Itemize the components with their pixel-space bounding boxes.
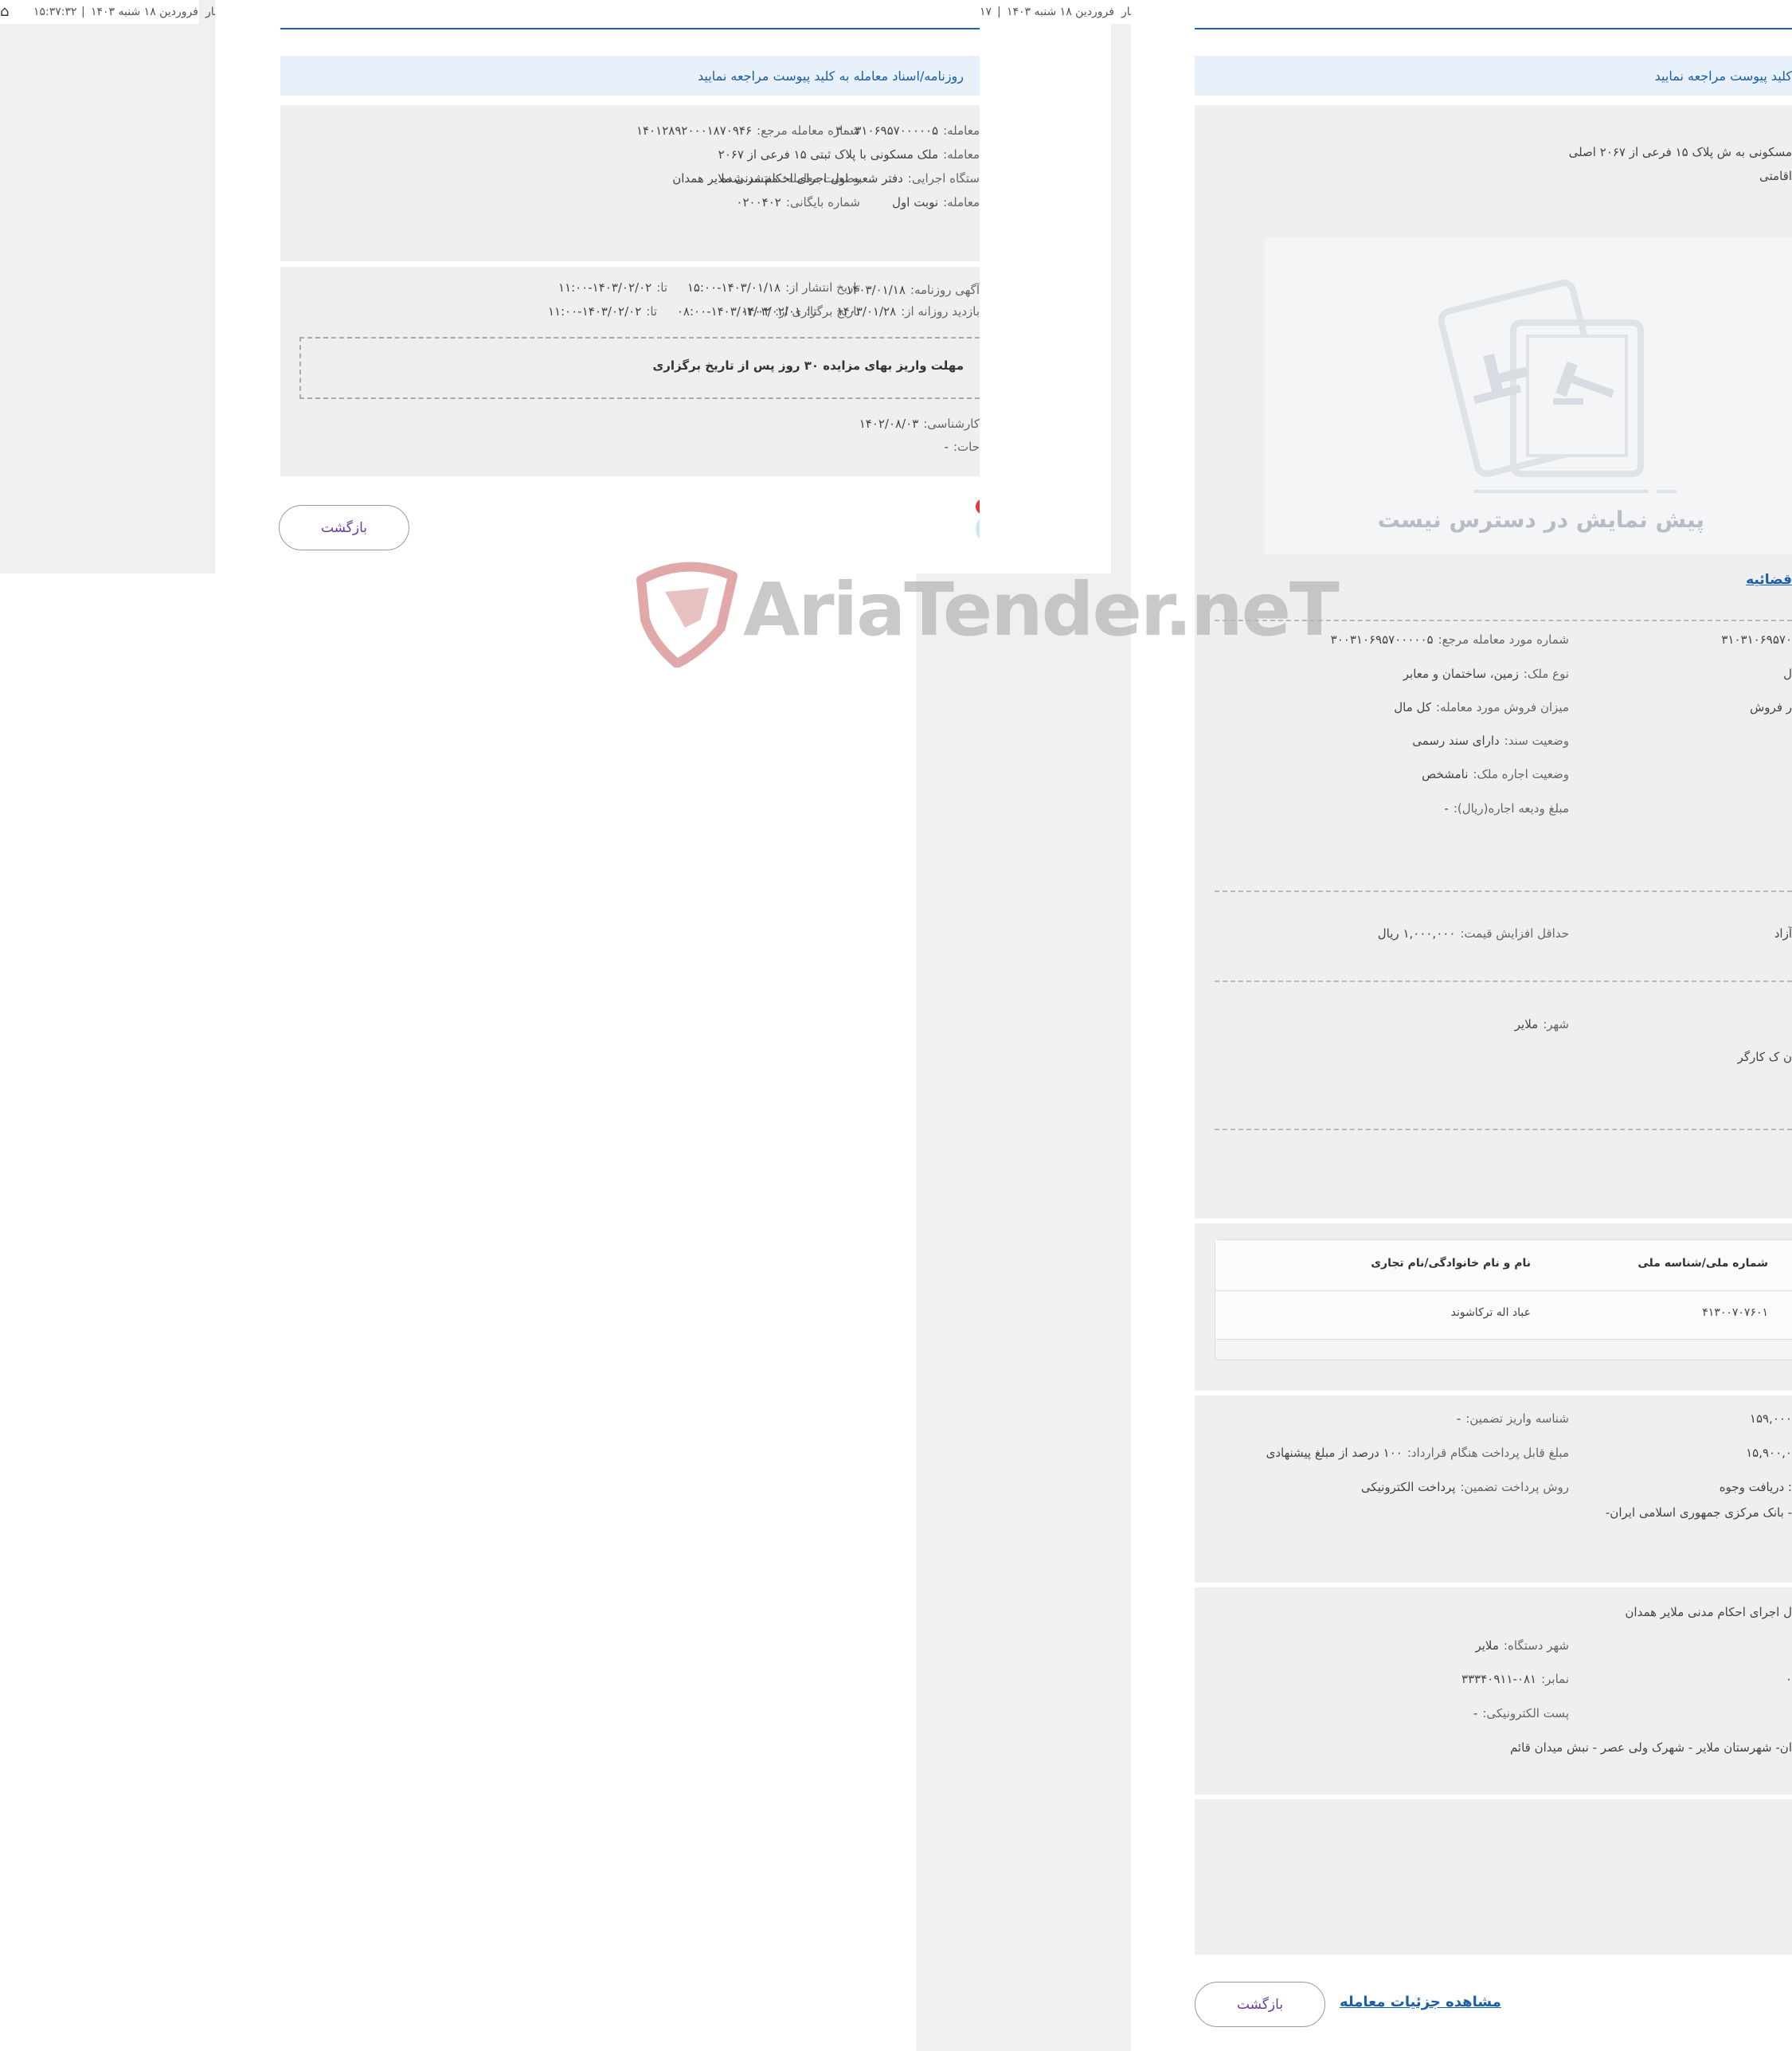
partial-address: ان- شهرستان ملایر - شهرک ولی عصر - نبش م… [1509,1740,1792,1755]
middle-notice: روزنامه/اسناد معامله به کلید پیوست مراجع… [280,56,980,96]
field-visit-date: بازدید روزانه از:۱۴۰۳/۰۱/۲۸ تا:۱۴۰۳/۰۲/۰… [741,304,980,319]
field-lease-status: وضعیت اجاره ملک:نامشخص [1422,767,1569,781]
field-archive: شماره بایگانی:۰۲۰۰۴۰۲ [736,195,860,209]
th-name: نام و نام خانوادگی/نام تجاری [1371,1257,1531,1270]
field-city: شهر:ملایر [1514,1017,1569,1031]
deal-details-link[interactable]: مشاهده جزئیات معامله [1340,1994,1501,2010]
left-date: فروردین ۱۸ شنبه ۱۴۰۳ [91,6,198,18]
field-ref-number: شماره معامله مرجع:۱۴۰۱۲۸۹۲۰۰۰۱۸۷۰۹۴۶ [636,123,860,138]
td-national-id: ۴۱۳۰۰۷۰۷۶۰۱ [1702,1306,1768,1319]
middle-top-separator: | [997,6,1001,18]
field-round: معامله:نوبت اول [892,195,980,209]
chat-icon[interactable] [976,499,980,515]
left-time: ۱۵:۳۷:۳۲ [33,6,77,18]
partial-free: آزاد [1774,926,1792,941]
middle-screen: روزنامه/اسناد معامله به کلید پیوست مراجع… [215,0,980,573]
td-name: عباد اله ترکاشوند [1450,1306,1531,1319]
watermark-logo-icon [636,562,738,667]
partial-receive: : دریافت وجوه [1719,1480,1792,1494]
field-executor: ستگاه اجرایی:دفتر شعبه اول اجرای احکام م… [672,171,980,186]
field-newspaper-date: آگهی روزنامه:۱۴۰۳/۰۱/۱۸ [846,283,980,297]
field-lease-deposit: مبلغ ودیعه اجاره(ریال):- [1444,801,1569,816]
right-screen: کلید پیوست مراجعه نمایید مسکونی به ش پلا… [1131,0,1792,2051]
field-email: پست الکترونیکی:- [1473,1706,1569,1720]
field-guarantee-id: شناسه واریز تضمین:- [1456,1411,1569,1426]
right-blue-line [1195,28,1792,29]
gray-gutter [916,573,1131,2051]
middle-back-button[interactable]: بازگشت [279,505,409,550]
field-guarantee-method: روش پرداخت تضمین:پرداخت الکترونیکی [1360,1480,1569,1494]
divider-3 [1215,980,1792,982]
field-expert-date: کارشناسی:۱۴۰۲/۰۸/۰۳ [859,417,980,431]
right-description-line1: مسکونی به ش پلاک ۱۵ فرعی از ۲۰۶۷ اصلی [1568,145,1792,159]
field-deal-subject: معامله:ملک مسکونی با پلاک ثبتی ۱۵ فرعی ا… [718,147,980,162]
right-back-button[interactable]: بازگشت [1195,1982,1325,2027]
field-device-city: شهر دستگاه:ملایر [1475,1638,1569,1653]
partial-amount1: ۱۵۹,۰۰۰ [1749,1411,1792,1426]
watermark-text: AriaTender.neT [743,567,1340,652]
field-notes: حات:- [944,440,980,454]
right-description-line2: اقامتی [1759,169,1792,183]
middle-notice-text: روزنامه/اسناد معامله به کلید پیوست مراجع… [698,68,964,84]
partial-worker: ن ک کارگر [1737,1050,1792,1064]
deadline-note: مهلت واریز بهای مزایده ۳۰ روز پس از تاری… [652,358,964,373]
th-national-id: شماره ملی/شناسه ملی [1637,1257,1768,1270]
right-notice: کلید پیوست مراجعه نمایید [1195,56,1792,96]
middle-blue-line [280,28,980,29]
home-icon[interactable]: ⌂ [0,3,9,20]
field-ref-item-number: شماره مورد معامله مرجع:۳۰۰۳۱۰۶۹۵۷۰۰۰۰۰۵ [1330,632,1569,647]
divider-2 [1215,890,1792,892]
partial-sale: ر فروش [1749,700,1792,714]
judiciary-link[interactable]: قضائیه [1746,572,1792,588]
left-screen [0,0,215,573]
partial-executor: ل اجرای احکام مدنی ملایر همدان [1625,1605,1792,1619]
partial-amount2: ۱۵,۹۰۰,۰ [1746,1446,1792,1460]
preview-unavailable-text: پیش نمایش در دسترس نیست [1377,507,1704,533]
support-icon[interactable] [976,514,980,544]
field-sale-amount: میزان فروش مورد معامله:کل مال [1394,700,1569,714]
divider-4 [1215,1129,1792,1130]
partial-l: ل [1783,667,1792,681]
empty-panel [1195,1799,1792,1955]
gavel-preview-icon [1438,280,1677,493]
left-separator: | [81,6,85,18]
field-publish-date: تاریخ انتشار از:۱۴۰۳/۰۱/۱۸-۱۵:۰۰ تا:۱۴۰۳… [558,280,860,295]
field-min-increase: حداقل افزایش قیمت:۱,۰۰۰,۰۰۰ ریال [1377,926,1569,941]
field-property-type: نوع ملک:زمین، ساختمان و معابر [1403,667,1569,681]
partial-ref: ۳۱۰۳۱۰۶۹۵۷۰ [1721,632,1792,647]
field-doc-status: وضعیت سند:دارای سند رسمی [1412,734,1569,748]
partial-fax: ۰ [1785,1672,1792,1686]
gray-gutter-top [1111,24,1131,573]
right-notice-text: کلید پیوست مراجعه نمایید [1654,68,1792,84]
partial-bank: - بانک مرکزی جمهوری اسلامی ایران- [1605,1505,1792,1520]
field-contract-payment: مبلغ قابل پرداخت هنگام قرارداد:۱۰۰ درصد … [1266,1446,1569,1460]
field-deal-number: معامله:۳۰۰۳۱۰۶۹۵۷۰۰۰۰۰۵ [835,123,980,138]
middle-top-date: فروردین ۱۸ شنبه ۱۴۰۳ [1007,6,1114,18]
middle-top-partial: ۱۷ [980,6,992,18]
field-fax: نمابر:۰۸۱-۳۳۳۴۰۹۱۱ [1461,1672,1569,1686]
